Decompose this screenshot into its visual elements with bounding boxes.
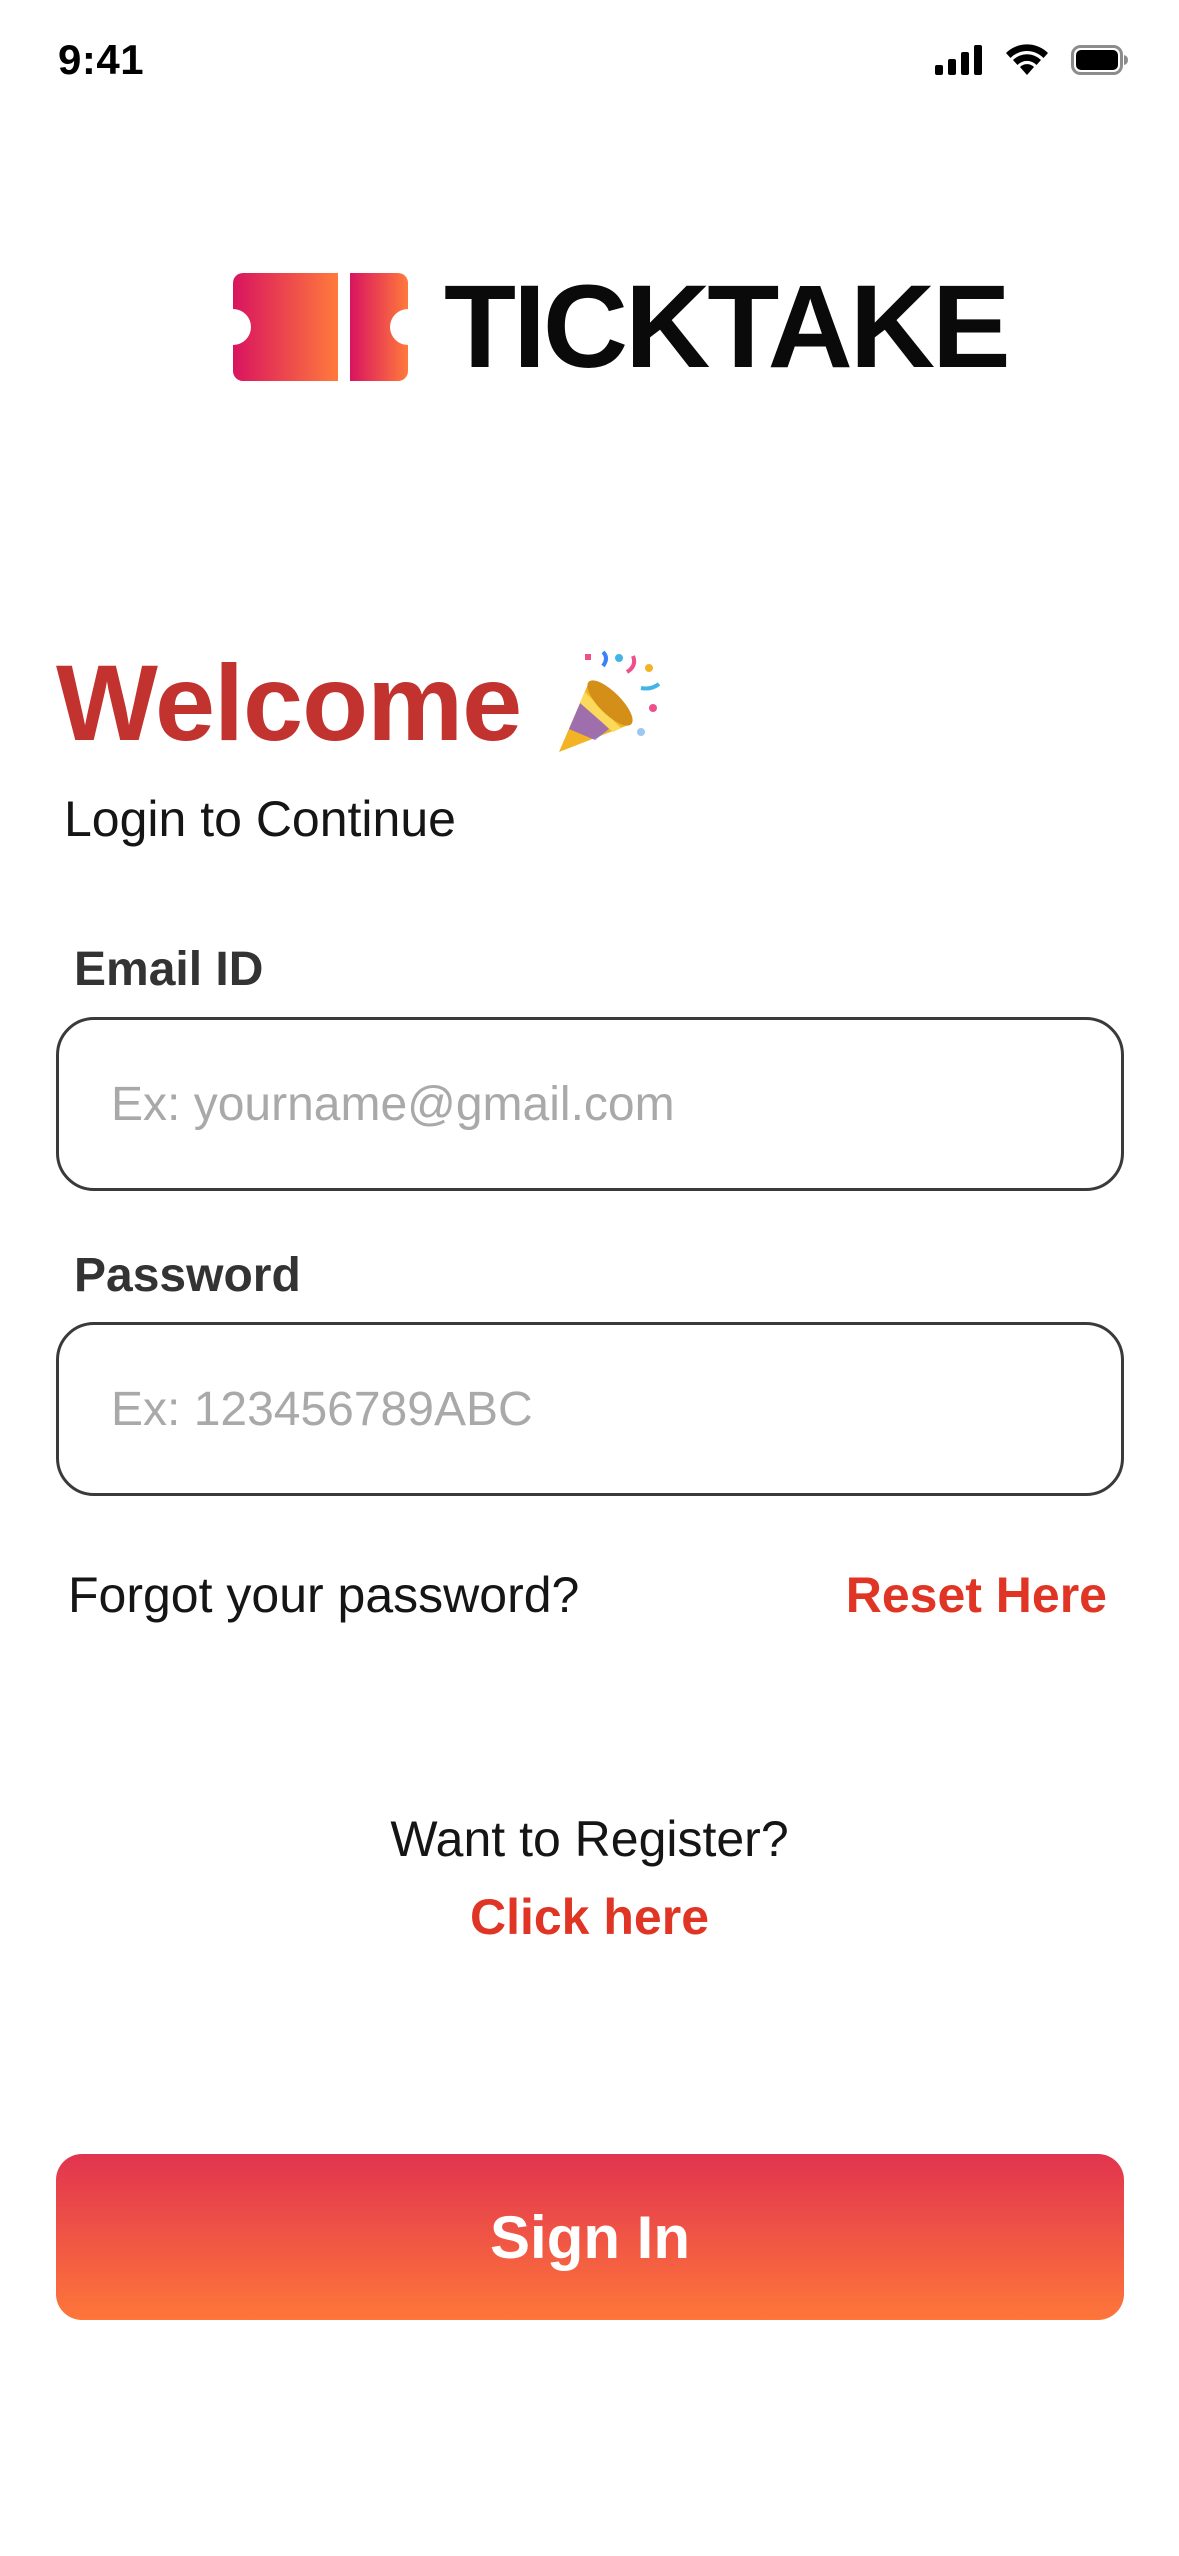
register-link[interactable]: Click here — [0, 1888, 1179, 1946]
cellular-signal-icon — [935, 45, 983, 75]
brand-logo: TICKTAKE — [233, 268, 1011, 386]
reset-password-link[interactable]: Reset Here — [846, 1566, 1107, 1624]
battery-icon — [1071, 45, 1129, 75]
welcome-title: Welcome — [56, 642, 522, 763]
password-label: Password — [74, 1249, 301, 1302]
sign-in-button[interactable]: Sign In — [56, 2154, 1124, 2320]
password-field-container — [56, 1322, 1124, 1496]
login-screen: 9:41 TICKTAKE Welcome Login to Continue … — [0, 0, 1179, 2556]
party-popper-icon — [559, 650, 661, 752]
welcome-subtitle: Login to Continue — [64, 791, 456, 847]
welcome-heading: Welcome — [56, 648, 665, 758]
wifi-icon — [1005, 44, 1049, 76]
email-label: Email ID — [74, 943, 264, 996]
ticket-icon — [233, 273, 408, 381]
email-field-container — [56, 1017, 1124, 1191]
register-prompt: Want to Register? — [390, 1811, 789, 1867]
status-icons — [935, 44, 1129, 76]
email-field[interactable] — [59, 1020, 1121, 1188]
password-field[interactable] — [59, 1325, 1121, 1493]
forgot-password-text: Forgot your password? — [68, 1567, 580, 1623]
brand-name: TICKTAKE — [444, 261, 1011, 393]
status-bar: 9:41 — [0, 0, 1179, 130]
status-time: 9:41 — [58, 36, 145, 83]
